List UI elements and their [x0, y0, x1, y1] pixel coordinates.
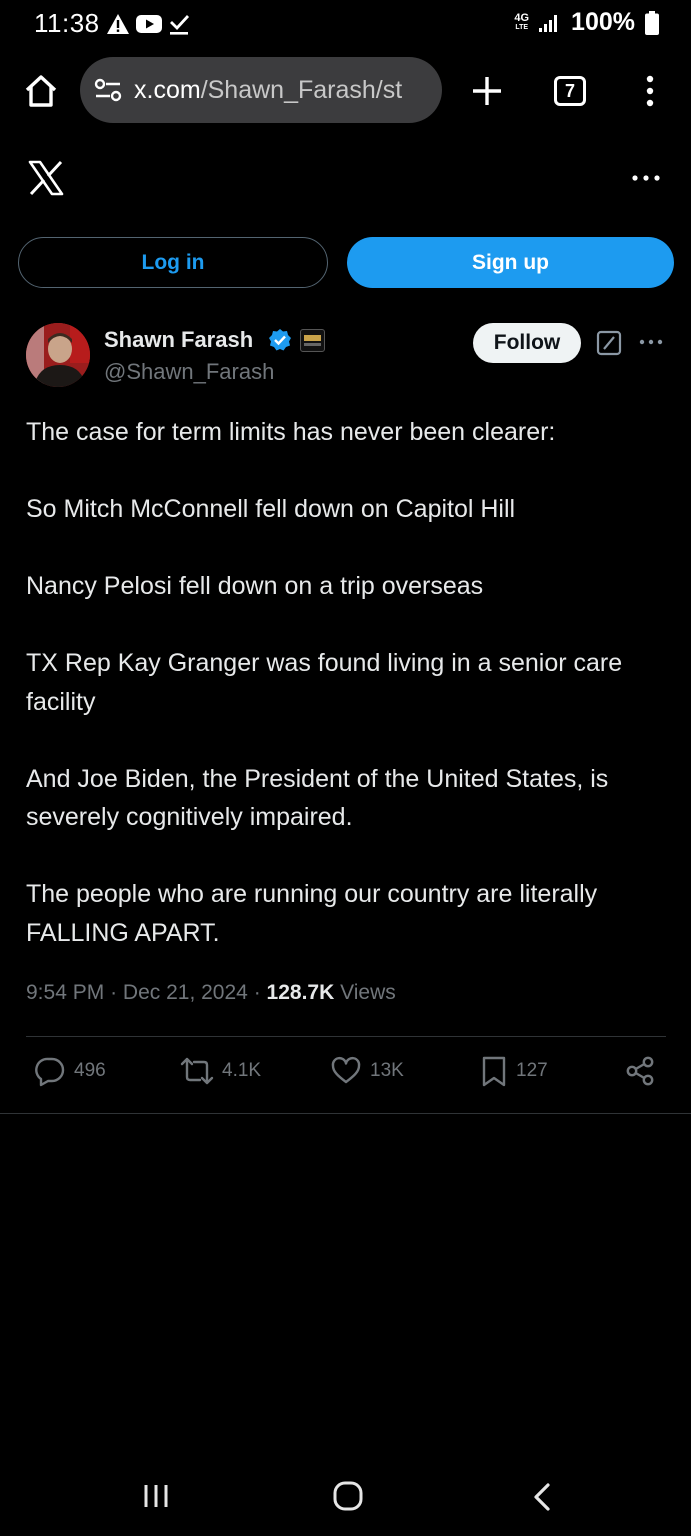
bookmark-button[interactable]: 127 — [480, 1055, 548, 1087]
tweet-date[interactable]: Dec 21, 2024 — [123, 981, 248, 1004]
verified-badge-icon — [269, 329, 291, 351]
system-nav-bar — [0, 1456, 691, 1536]
avatar[interactable] — [26, 323, 90, 387]
reply-button[interactable]: 496 — [34, 1055, 106, 1087]
back-icon[interactable] — [530, 1482, 554, 1512]
tweet-text: The case for term limits has never been … — [26, 413, 666, 991]
home-icon[interactable] — [22, 72, 60, 110]
divider — [26, 1036, 666, 1037]
thread-divider — [0, 1113, 691, 1114]
battery-icon — [645, 10, 659, 35]
tweet-paragraph: So Mitch McConnell fell down on Capitol … — [26, 495, 516, 523]
status-bar: 11:38 4G LTE 100% — [0, 0, 691, 52]
repost-button[interactable]: 4.1K — [180, 1055, 261, 1087]
share-icon — [626, 1056, 654, 1086]
bookmark-count: 127 — [516, 1060, 548, 1081]
grok-icon[interactable] — [596, 330, 622, 356]
recent-apps-icon[interactable] — [142, 1482, 170, 1510]
screen: 11:38 4G LTE 100% x.com/Shawn_Farash/st … — [0, 0, 691, 1536]
affiliate-badge-icon — [300, 329, 325, 352]
tweet-meta: 9:54 PM · Dec 21, 2024 · 128.7K Views — [26, 981, 396, 1005]
tweet-more-icon[interactable] — [638, 336, 664, 348]
meta-separator: · — [110, 981, 118, 1004]
heart-icon — [331, 1056, 361, 1084]
url-host: x.com — [134, 76, 201, 104]
browser-toolbar: x.com/Shawn_Farash/st 7 — [0, 56, 691, 126]
tweet-paragraph: The people who are running our country a… — [26, 880, 598, 947]
reply-icon — [35, 1057, 65, 1087]
signup-button[interactable]: Sign up — [347, 237, 674, 288]
views-count: 128.7K — [266, 981, 335, 1004]
browser-menu-icon[interactable] — [640, 74, 660, 108]
more-options-icon[interactable] — [630, 170, 662, 186]
signal-icon — [539, 14, 558, 32]
status-time: 11:38 — [34, 8, 100, 38]
views-label: Views — [340, 981, 396, 1004]
avatar-image — [26, 323, 90, 387]
new-tab-icon[interactable] — [470, 74, 504, 108]
home-nav-icon[interactable] — [332, 1480, 364, 1512]
network-type: 4G LTE — [514, 11, 530, 31]
notification-icons — [106, 12, 190, 36]
reply-count: 496 — [74, 1060, 106, 1081]
url-path: /Shawn_Farash/st — [200, 76, 403, 104]
author-name[interactable]: Shawn Farash — [104, 327, 253, 353]
tweet-paragraph: And Joe Biden, the President of the Unit… — [26, 764, 609, 832]
tweet-paragraph: Nancy Pelosi fell down on a trip oversea… — [26, 572, 484, 600]
bookmark-icon — [482, 1056, 506, 1087]
battery-percent: 100% — [571, 8, 635, 36]
tweet-actions: 496 4.1K 13K 127 — [0, 1055, 691, 1095]
download-done-icon — [170, 15, 190, 35]
share-button[interactable] — [624, 1055, 656, 1087]
repost-count: 4.1K — [222, 1060, 262, 1081]
youtube-icon — [136, 15, 162, 33]
tweet-time[interactable]: 9:54 PM — [26, 981, 104, 1004]
author-handle[interactable]: @Shawn_Farash — [104, 359, 274, 385]
x-logo-icon[interactable] — [28, 160, 64, 196]
address-bar[interactable]: x.com/Shawn_Farash/st — [80, 57, 442, 123]
url-text[interactable]: x.com/Shawn_Farash/st — [134, 76, 434, 105]
tab-switcher-button[interactable]: 7 — [554, 76, 586, 106]
site-settings-icon[interactable] — [94, 78, 124, 102]
like-count: 13K — [370, 1060, 404, 1081]
like-button[interactable]: 13K — [330, 1055, 404, 1087]
status-right: 4G LTE 100% — [514, 8, 659, 37]
repost-icon — [180, 1057, 214, 1085]
meta-separator: · — [253, 981, 261, 1004]
login-button[interactable]: Log in — [18, 237, 328, 288]
alert-icon — [107, 14, 129, 34]
tweet-paragraph: TX Rep Kay Granger was found living in a… — [26, 649, 623, 716]
follow-button[interactable]: Follow — [473, 323, 581, 363]
tweet-paragraph: The case for term limits has never been … — [26, 418, 556, 446]
